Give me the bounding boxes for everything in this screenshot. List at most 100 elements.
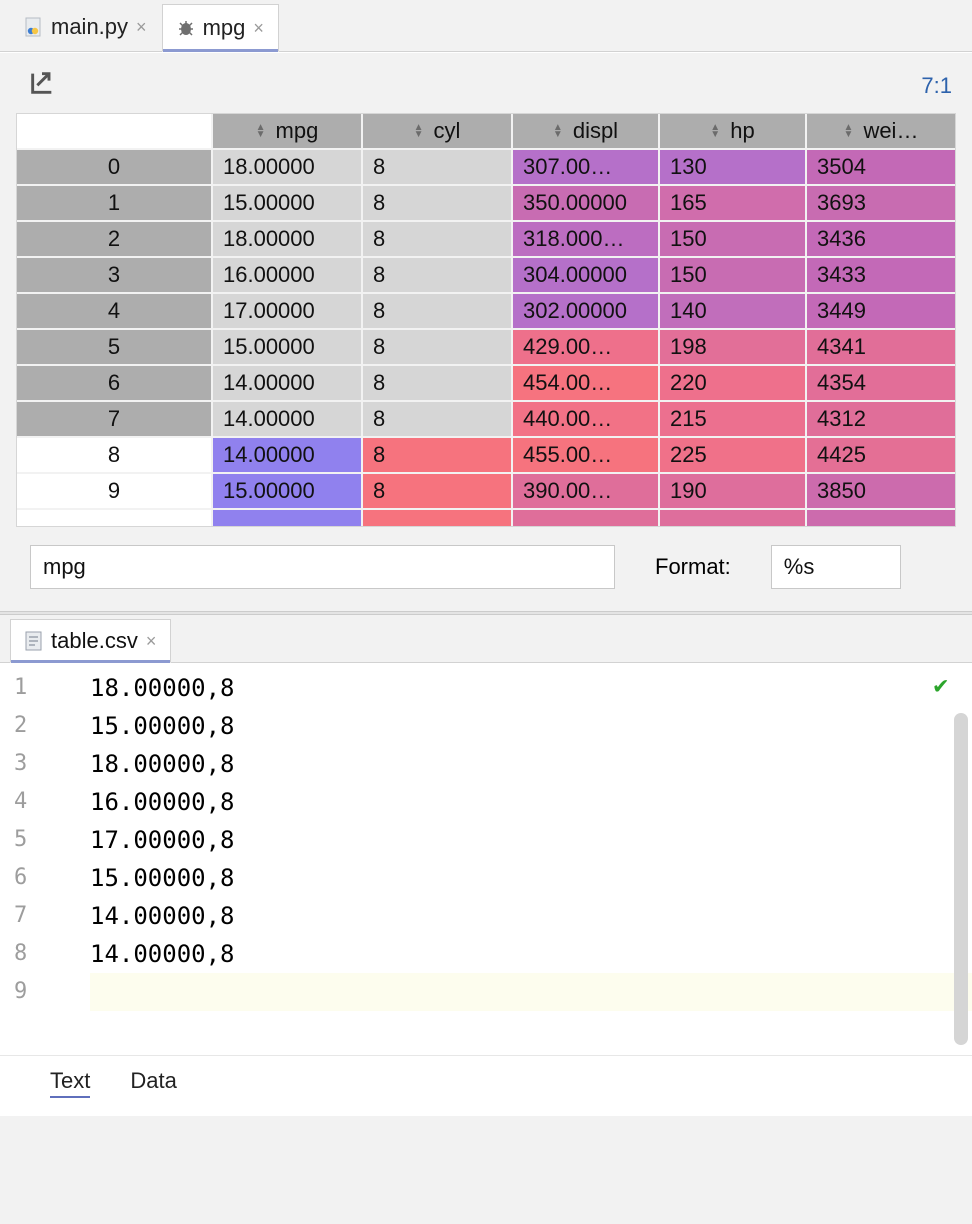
- cursor-position[interactable]: 7:1: [921, 73, 952, 99]
- row-index-cell[interactable]: 5: [17, 330, 213, 364]
- cell-cyl[interactable]: 8: [363, 366, 513, 400]
- close-icon[interactable]: ×: [144, 631, 159, 652]
- cell-mpg[interactable]: 15.00000: [213, 186, 363, 220]
- cell-displ[interactable]: 440.00…: [513, 402, 660, 436]
- code-line[interactable]: 16.00000,8: [90, 783, 972, 821]
- tab-mpg[interactable]: mpg ×: [162, 4, 279, 52]
- cell-cyl[interactable]: 8: [363, 402, 513, 436]
- cell-displ[interactable]: 318.000…: [513, 222, 660, 256]
- code-line[interactable]: 17.00000,8: [90, 821, 972, 859]
- cell-hp[interactable]: 130: [660, 150, 807, 184]
- code-content[interactable]: ✔ 18.00000,815.00000,818.00000,816.00000…: [90, 663, 972, 1055]
- cell-mpg[interactable]: 18.00000: [213, 150, 363, 184]
- cell-hp[interactable]: 140: [660, 294, 807, 328]
- row-index-cell[interactable]: 8: [17, 438, 213, 472]
- table-row[interactable]: 417.000008302.000001403449: [17, 294, 955, 330]
- cell-mpg[interactable]: 18.00000: [213, 222, 363, 256]
- cell-hp[interactable]: 225: [660, 438, 807, 472]
- row-index-cell[interactable]: 1: [17, 186, 213, 220]
- table-row[interactable]: 814.000008455.00…2254425: [17, 438, 955, 474]
- code-line[interactable]: 14.00000,8: [90, 897, 972, 935]
- row-index-cell[interactable]: 6: [17, 366, 213, 400]
- cell-mpg[interactable]: 17.00000: [213, 294, 363, 328]
- data-table[interactable]: ▲▼mpg ▲▼cyl ▲▼displ ▲▼hp ▲▼wei… 018.0000…: [16, 113, 956, 527]
- cell-displ[interactable]: 429.00…: [513, 330, 660, 364]
- cell-hp[interactable]: 150: [660, 258, 807, 292]
- cell-mpg[interactable]: 15.00000: [213, 330, 363, 364]
- tab-table-csv[interactable]: table.csv ×: [10, 619, 171, 663]
- table-row[interactable]: 915.000008390.00…1903850: [17, 474, 955, 510]
- cell-wei[interactable]: 3504: [807, 150, 955, 184]
- format-input[interactable]: [771, 545, 901, 589]
- sort-icon[interactable]: ▲▼: [553, 124, 563, 138]
- table-row[interactable]: 515.000008429.00…1984341: [17, 330, 955, 366]
- vertical-scrollbar[interactable]: [954, 713, 968, 1045]
- sort-icon[interactable]: ▲▼: [844, 124, 854, 138]
- cell-displ[interactable]: 304.00000: [513, 258, 660, 292]
- cell-hp[interactable]: 190: [660, 474, 807, 508]
- inspection-ok-icon[interactable]: ✔: [934, 671, 948, 699]
- table-row[interactable]: 115.000008350.000001653693: [17, 186, 955, 222]
- cell-cyl[interactable]: 8: [363, 474, 513, 508]
- cell-hp[interactable]: 215: [660, 402, 807, 436]
- cell-cyl[interactable]: 8: [363, 186, 513, 220]
- cell-cyl[interactable]: 8: [363, 294, 513, 328]
- row-index-cell[interactable]: 4: [17, 294, 213, 328]
- cell-hp[interactable]: 150: [660, 222, 807, 256]
- cell-mpg[interactable]: 16.00000: [213, 258, 363, 292]
- cell-displ[interactable]: 302.00000: [513, 294, 660, 328]
- column-header-displ[interactable]: ▲▼displ: [513, 114, 660, 148]
- column-header-cyl[interactable]: ▲▼cyl: [363, 114, 513, 148]
- table-row[interactable]: 614.000008454.00…2204354: [17, 366, 955, 402]
- code-line[interactable]: 18.00000,8: [90, 669, 972, 707]
- sort-icon[interactable]: ▲▼: [710, 124, 720, 138]
- cell-displ[interactable]: 455.00…: [513, 438, 660, 472]
- text-editor[interactable]: 123456789 ✔ 18.00000,815.00000,818.00000…: [0, 663, 972, 1055]
- table-row[interactable]: 218.000008318.000…1503436: [17, 222, 955, 258]
- row-index-cell[interactable]: 0: [17, 150, 213, 184]
- cell-displ[interactable]: 350.00000: [513, 186, 660, 220]
- code-line[interactable]: 14.00000,8: [90, 935, 972, 973]
- cell-wei[interactable]: 3436: [807, 222, 955, 256]
- column-header-hp[interactable]: ▲▼hp: [660, 114, 807, 148]
- cell-mpg[interactable]: 15.00000: [213, 474, 363, 508]
- row-index-cell[interactable]: 7: [17, 402, 213, 436]
- row-index-cell[interactable]: 9: [17, 474, 213, 508]
- close-icon[interactable]: ×: [134, 17, 149, 38]
- row-index-cell[interactable]: 2: [17, 222, 213, 256]
- cell-wei[interactable]: 3433: [807, 258, 955, 292]
- code-line[interactable]: 15.00000,8: [90, 707, 972, 745]
- popout-icon[interactable]: [28, 69, 56, 103]
- table-row-partial[interactable]: [17, 510, 955, 526]
- cell-wei[interactable]: 3850: [807, 474, 955, 508]
- cell-displ[interactable]: 454.00…: [513, 366, 660, 400]
- cell-cyl[interactable]: 8: [363, 222, 513, 256]
- cell-wei[interactable]: 4312: [807, 402, 955, 436]
- cell-displ[interactable]: 307.00…: [513, 150, 660, 184]
- cell-wei[interactable]: 3693: [807, 186, 955, 220]
- close-icon[interactable]: ×: [251, 18, 266, 39]
- table-row[interactable]: 316.000008304.000001503433: [17, 258, 955, 294]
- cell-displ[interactable]: 390.00…: [513, 474, 660, 508]
- filter-input[interactable]: [30, 545, 615, 589]
- column-header-wei[interactable]: ▲▼wei…: [807, 114, 955, 148]
- cell-cyl[interactable]: 8: [363, 438, 513, 472]
- column-header-mpg[interactable]: ▲▼mpg: [213, 114, 363, 148]
- cell-cyl[interactable]: 8: [363, 150, 513, 184]
- table-row[interactable]: 714.000008440.00…2154312: [17, 402, 955, 438]
- cell-hp[interactable]: 165: [660, 186, 807, 220]
- cell-hp[interactable]: 220: [660, 366, 807, 400]
- code-line[interactable]: 15.00000,8: [90, 859, 972, 897]
- cell-wei[interactable]: 4341: [807, 330, 955, 364]
- cell-cyl[interactable]: 8: [363, 330, 513, 364]
- code-line[interactable]: 18.00000,8: [90, 745, 972, 783]
- view-tab-text[interactable]: Text: [50, 1068, 90, 1098]
- row-index-header[interactable]: [17, 114, 213, 148]
- code-line-current[interactable]: [90, 973, 972, 1011]
- view-tab-data[interactable]: Data: [130, 1068, 176, 1098]
- cell-hp[interactable]: 198: [660, 330, 807, 364]
- cell-mpg[interactable]: 14.00000: [213, 438, 363, 472]
- cell-mpg[interactable]: 14.00000: [213, 402, 363, 436]
- tab-main-py[interactable]: main.py ×: [10, 3, 162, 51]
- sort-icon[interactable]: ▲▼: [414, 124, 424, 138]
